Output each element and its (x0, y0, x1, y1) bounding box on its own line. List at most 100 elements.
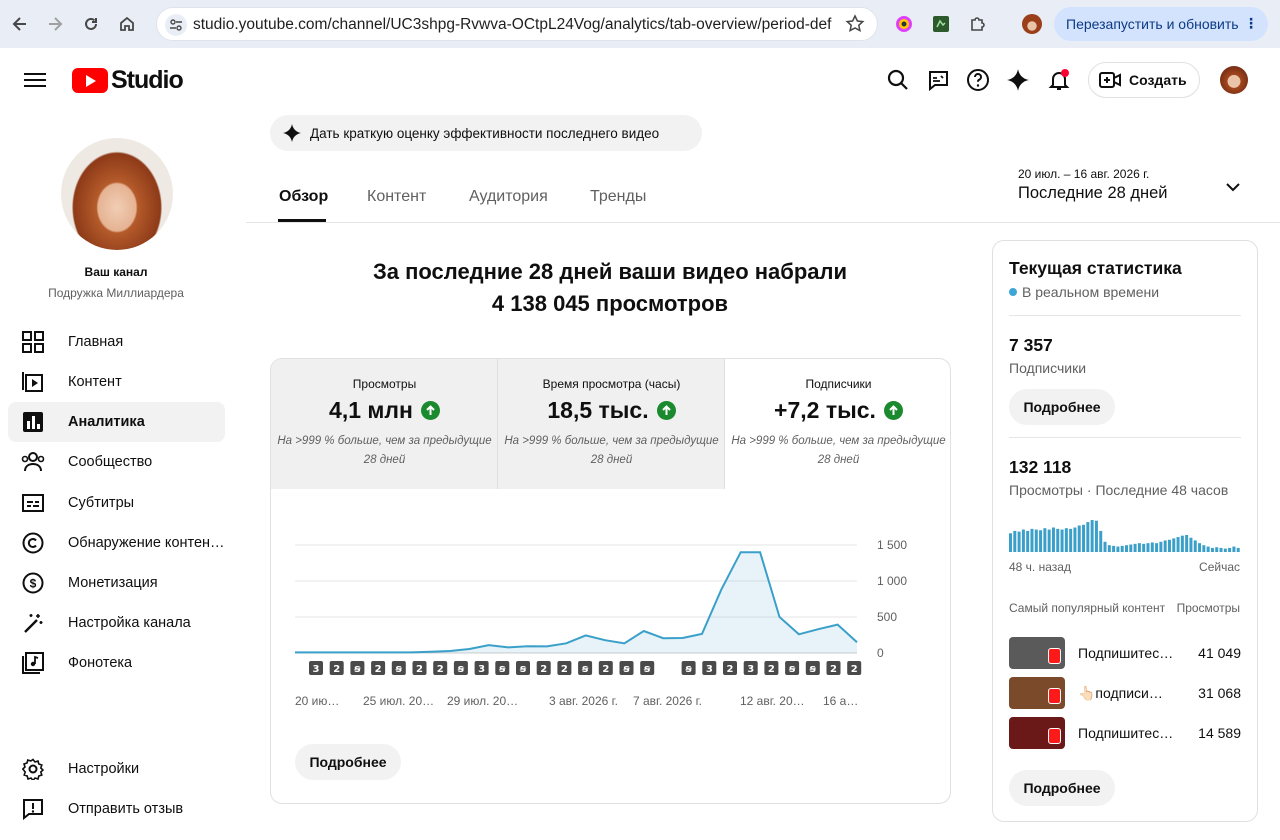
x-tick-label: 7 авг. 2026 г. (633, 694, 702, 708)
subtitles-icon (20, 490, 46, 516)
sidebar-item-settings[interactable]: Настройки (8, 749, 225, 789)
sidebar-item-copyright[interactable]: Обнаружение контен… (8, 523, 225, 563)
realtime-bar (1193, 540, 1197, 552)
realtime-bar (1159, 541, 1163, 552)
address-bar[interactable]: studio.youtube.com/channel/UC3shpg-Rvwva… (156, 7, 878, 41)
sidebar-item-dashboard[interactable]: Главная (8, 322, 225, 362)
color-extension-icon[interactable] (892, 12, 916, 36)
tab-overview[interactable]: Обзор (279, 188, 328, 206)
divider (1009, 315, 1241, 316)
date-range[interactable]: 20 июл. – 16 авг. 2026 г. (1018, 167, 1149, 181)
sidebar-item-label: Главная (68, 334, 124, 350)
reload-icon[interactable] (77, 10, 105, 38)
realtime-bar (1060, 529, 1064, 552)
sidebar-item-content[interactable]: Контент (8, 362, 225, 402)
comments-icon[interactable] (924, 66, 952, 94)
y-tick-label: 0 (877, 646, 884, 660)
more-vert-icon[interactable]: ⋮ (1244, 15, 1258, 32)
realtime-bar (1232, 546, 1236, 552)
ai-insight-button[interactable]: Дать краткую оценку эффективности послед… (270, 115, 702, 151)
realtime-bar (1082, 524, 1086, 552)
metric-title: Подписчики (805, 377, 872, 391)
metric-subscribers[interactable]: Подписчики +7,2 тыс. На >999 % больше, ч… (725, 359, 950, 489)
divider (1009, 437, 1241, 438)
tab-content[interactable]: Контент (367, 188, 426, 206)
tab-trends[interactable]: Тренды (590, 188, 646, 206)
realtime-bar (1120, 545, 1124, 552)
realtime-bar (1236, 547, 1240, 552)
upload-marker-count: 3 (747, 664, 754, 675)
menu-icon[interactable] (24, 70, 46, 90)
sparkle-icon (282, 123, 302, 143)
shorts-marker-icon: ꞩ (498, 662, 506, 675)
upload-marker-count: 3 (478, 664, 485, 675)
upload-marker-count: 2 (333, 664, 340, 675)
create-button[interactable]: Создать (1088, 62, 1200, 98)
realtime-bar (1180, 535, 1184, 552)
tab-audience[interactable]: Аудитория (469, 188, 548, 206)
video-title: Подпишитес… (1078, 645, 1174, 661)
realtime-bar (1129, 544, 1133, 552)
live-dot-icon (1009, 288, 1017, 296)
realtime-bar (1202, 545, 1206, 552)
period-selector[interactable]: Последние 28 дней (1018, 184, 1168, 203)
realtime-bar (1056, 528, 1060, 552)
realtime-bar (1021, 529, 1025, 552)
upload-marker-count: 2 (768, 664, 775, 675)
channel-name: Подружка Миллиардера (48, 286, 184, 300)
sidebar-item-audio-library[interactable]: Фонотека (8, 643, 225, 683)
chevron-down-icon[interactable] (1224, 178, 1242, 201)
subscribers-more-button[interactable]: Подробнее (1009, 389, 1115, 425)
sidebar-item-community[interactable]: Сообщество (8, 442, 225, 482)
realtime-bar (1176, 537, 1180, 552)
puzzle-icon[interactable] (966, 12, 990, 36)
axis-end-label: Сейчас (1199, 560, 1240, 574)
views-chart[interactable]: 1 5001 00050003 2 ꞩ 2 ꞩ 2 2 ꞩ 3 ꞩ ꞩ 2 2 ꞩ 2 ꞩ ꞩ ꞩ 3 2 3 2 ꞩ ꞩ 2 2… (271, 489, 951, 729)
shorts-icon (1048, 728, 1061, 744)
sparkle-icon[interactable] (1004, 66, 1032, 94)
realtime-bar (1189, 537, 1193, 552)
top-video-row[interactable]: 👆🏻подписи… 31 068 (1009, 677, 1241, 709)
site-info-icon[interactable] (165, 14, 187, 36)
channel-avatar[interactable] (61, 138, 173, 250)
sidebar-item-customization[interactable]: Настройка канала (8, 603, 225, 643)
sidebar-item-subtitles[interactable]: Субтитры (8, 483, 225, 523)
help-icon[interactable] (964, 66, 992, 94)
top-video-row[interactable]: Подпишитес… 41 049 (1009, 637, 1241, 669)
logo-text: Studio (111, 66, 184, 94)
upload-marker-count: 2 (416, 664, 423, 675)
sidebar-item-monetization[interactable]: $ Монетизация (8, 563, 225, 603)
bookmark-star-icon[interactable] (845, 14, 865, 39)
metric-value-text: 4,1 млн (329, 397, 413, 423)
forward-icon[interactable] (41, 10, 69, 38)
home-icon[interactable] (113, 10, 141, 38)
notifications-icon[interactable] (1045, 66, 1073, 94)
profile-avatar[interactable] (1020, 12, 1044, 36)
sidebar-item-label: Контент (68, 374, 122, 390)
upload-marker-count: 2 (602, 664, 609, 675)
account-avatar[interactable] (1220, 66, 1248, 94)
see-more-button[interactable]: Подробнее (295, 744, 401, 780)
search-icon[interactable] (884, 66, 912, 94)
shorts-marker-icon: ꞩ (643, 662, 651, 675)
sidebar-item-feedback[interactable]: Отправить отзыв (8, 789, 225, 829)
upload-marker-count: 2 (540, 664, 547, 675)
sidebar-item-label: Аналитика (68, 414, 145, 430)
studio-logo[interactable]: Studio (72, 66, 184, 95)
back-icon[interactable] (6, 10, 34, 38)
realtime-bar-chart[interactable] (1009, 516, 1241, 552)
metric-watch-time[interactable]: Время просмотра (часы) 18,5 тыс. На >999… (498, 359, 725, 489)
top-video-row[interactable]: Подпишитес… 14 589 (1009, 717, 1241, 749)
arrow-up-icon (656, 401, 676, 420)
relaunch-button[interactable]: Перезапустить и обновить ⋮ (1054, 7, 1268, 41)
views-48h-label: Просмотры · Последние 48 часов (1009, 482, 1229, 498)
url-text[interactable]: studio.youtube.com/channel/UC3shpg-Rvwva… (193, 16, 833, 34)
realtime-bar (1107, 545, 1111, 552)
shorts-marker-icon: ꞩ (395, 662, 403, 675)
sidebar-item-analytics[interactable]: Аналитика (8, 402, 225, 442)
extension-icon[interactable] (929, 12, 953, 36)
subscribers-label: Подписчики (1009, 360, 1087, 376)
metric-views[interactable]: Просмотры 4,1 млн На >999 % больше, чем … (271, 359, 498, 489)
metric-value-text: +7,2 тыс. (774, 397, 876, 423)
top-content-more-button[interactable]: Подробнее (1009, 770, 1115, 806)
